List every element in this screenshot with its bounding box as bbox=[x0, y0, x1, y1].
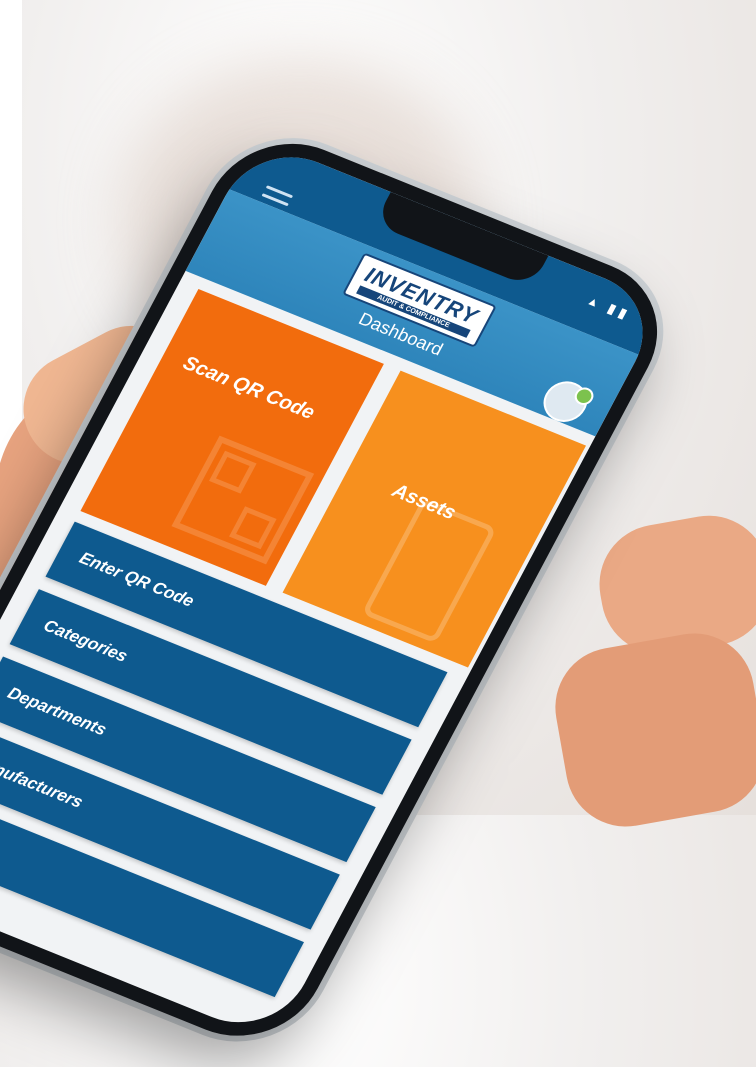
battery-icon: ▮▮ bbox=[604, 300, 634, 324]
finger-right-lower bbox=[545, 624, 756, 836]
photo-scene: ▴ ▮▮ INVENTRY AUDIT & COMPLIANCE Dashboa… bbox=[0, 0, 756, 1067]
phone-device: ▴ ▮▮ INVENTRY AUDIT & COMPLIANCE Dashboa… bbox=[0, 112, 695, 1067]
wifi-icon: ▴ bbox=[586, 293, 605, 312]
app-screen: ▴ ▮▮ INVENTRY AUDIT & COMPLIANCE Dashboa… bbox=[0, 137, 667, 1042]
scan-qr-code-label: Scan QR Code bbox=[179, 352, 319, 424]
status-icons: ▴ ▮▮ bbox=[586, 293, 633, 323]
qr-code-icon bbox=[171, 435, 315, 565]
smartphone-icon bbox=[361, 498, 497, 644]
